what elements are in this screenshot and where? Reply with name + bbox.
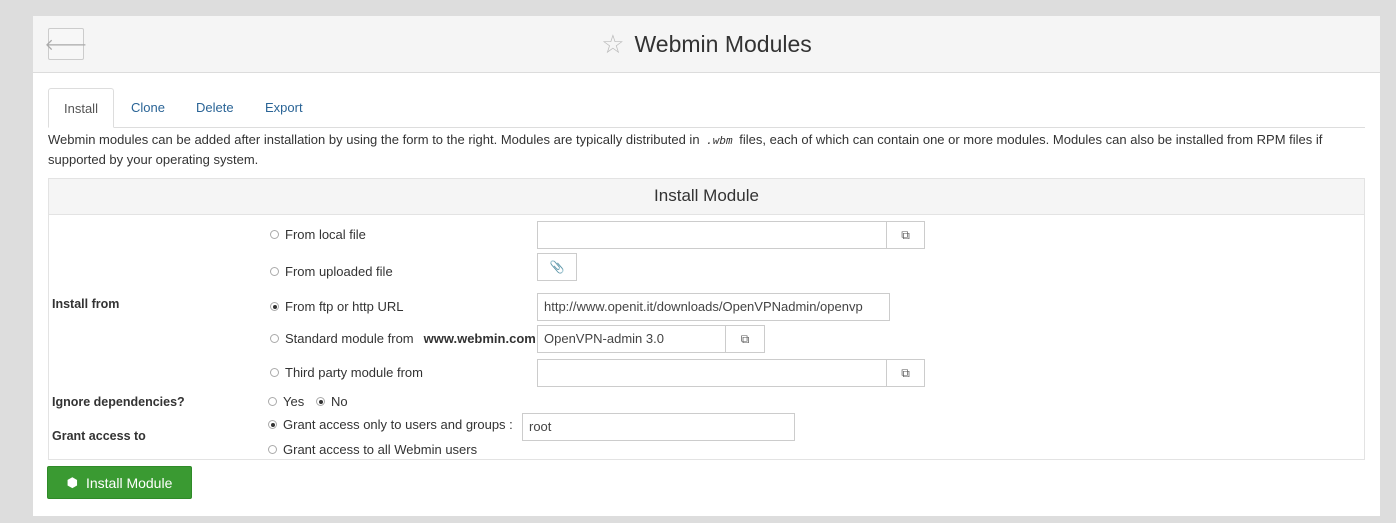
option-uploaded-file-label: From uploaded file — [285, 264, 393, 279]
install-module-button-label: Install Module — [85, 474, 173, 491]
form-heading: Install Module — [49, 179, 1364, 215]
install-from-label: Install from — [52, 297, 120, 311]
upload-button[interactable]: 📎 — [537, 253, 577, 281]
copy-files-icon: ⧉ — [901, 365, 910, 380]
grant-only-label: Grant access only to users and groups : — [283, 417, 513, 432]
radio-ignore-yes[interactable] — [268, 397, 277, 406]
url-input[interactable]: http://www.openit.it/downloads/OpenVPNad… — [537, 293, 890, 321]
option-local-file[interactable]: From local file — [270, 227, 366, 242]
cube-icon: ⬢ — [66, 474, 78, 490]
main-panel: 🡐 ☆ Webmin Modules Install Clone Delete … — [33, 16, 1380, 516]
option-url[interactable]: From ftp or http URL — [270, 299, 403, 314]
radio-grant-only[interactable] — [268, 420, 277, 429]
install-module-button[interactable]: ⬢ Install Module — [47, 466, 192, 499]
star-outline-icon[interactable]: ☆ — [601, 31, 624, 57]
ignore-no-option[interactable]: No — [316, 394, 348, 409]
option-url-label: From ftp or http URL — [285, 299, 404, 314]
local-file-input[interactable] — [537, 221, 887, 249]
standard-chooser-button[interactable]: ⧉ — [725, 325, 765, 353]
radio-third-party[interactable] — [270, 368, 279, 377]
radio-grant-all[interactable] — [268, 445, 277, 454]
option-standard-module[interactable]: Standard module from www.webmin.com — [270, 331, 536, 346]
option-uploaded-file[interactable]: From uploaded file — [270, 264, 393, 279]
radio-standard-module[interactable] — [270, 334, 279, 343]
grant-only-option[interactable]: Grant access only to users and groups : — [268, 417, 513, 432]
ignore-no-label: No — [331, 394, 348, 409]
ignore-yes-option[interactable]: Yes — [268, 394, 304, 409]
radio-url[interactable] — [270, 302, 279, 311]
description-part1: Webmin modules can be added after instal… — [48, 132, 704, 147]
grant-access-label: Grant access to — [52, 429, 146, 443]
tab-delete[interactable]: Delete — [181, 88, 249, 127]
paperclip-icon: 📎 — [549, 260, 565, 274]
tab-install[interactable]: Install — [48, 88, 114, 128]
option-third-party-label: Third party module from — [285, 365, 423, 380]
standard-site-label: www.webmin.com — [423, 331, 536, 346]
radio-uploaded-file[interactable] — [270, 267, 279, 276]
install-module-form: Install Module Install from From local f… — [48, 178, 1365, 460]
third-party-chooser-button[interactable]: ⧉ — [886, 359, 925, 387]
tab-export[interactable]: Export — [250, 88, 318, 127]
copy-files-icon: ⧉ — [740, 331, 750, 346]
file-chooser-button[interactable]: ⧉ — [886, 221, 925, 249]
option-standard-label: Standard module from — [285, 331, 414, 346]
third-party-input[interactable] — [537, 359, 887, 387]
description-text: Webmin modules can be added after instal… — [48, 130, 1365, 169]
tab-clone[interactable]: Clone — [116, 88, 180, 127]
option-third-party[interactable]: Third party module from — [270, 365, 423, 380]
page-title: Webmin Modules — [634, 30, 812, 57]
radio-local-file[interactable] — [270, 230, 279, 239]
grant-all-option[interactable]: Grant access to all Webmin users — [268, 442, 477, 457]
copy-files-icon: ⧉ — [901, 227, 910, 242]
tab-bar: Install Clone Delete Export — [48, 88, 1365, 128]
grant-all-label: Grant access to all Webmin users — [283, 442, 478, 457]
ignore-deps-label: Ignore dependencies? — [52, 395, 185, 409]
page-header: 🡐 ☆ Webmin Modules — [33, 16, 1380, 73]
option-local-file-label: From local file — [285, 227, 366, 242]
radio-ignore-no[interactable] — [316, 397, 325, 406]
grant-users-input[interactable]: root — [522, 413, 795, 441]
description-code: .wbm — [706, 134, 733, 147]
ignore-yes-label: Yes — [283, 394, 305, 409]
title-wrap: ☆ Webmin Modules — [33, 16, 1380, 72]
standard-module-input[interactable]: OpenVPN-admin 3.0 — [537, 325, 726, 353]
